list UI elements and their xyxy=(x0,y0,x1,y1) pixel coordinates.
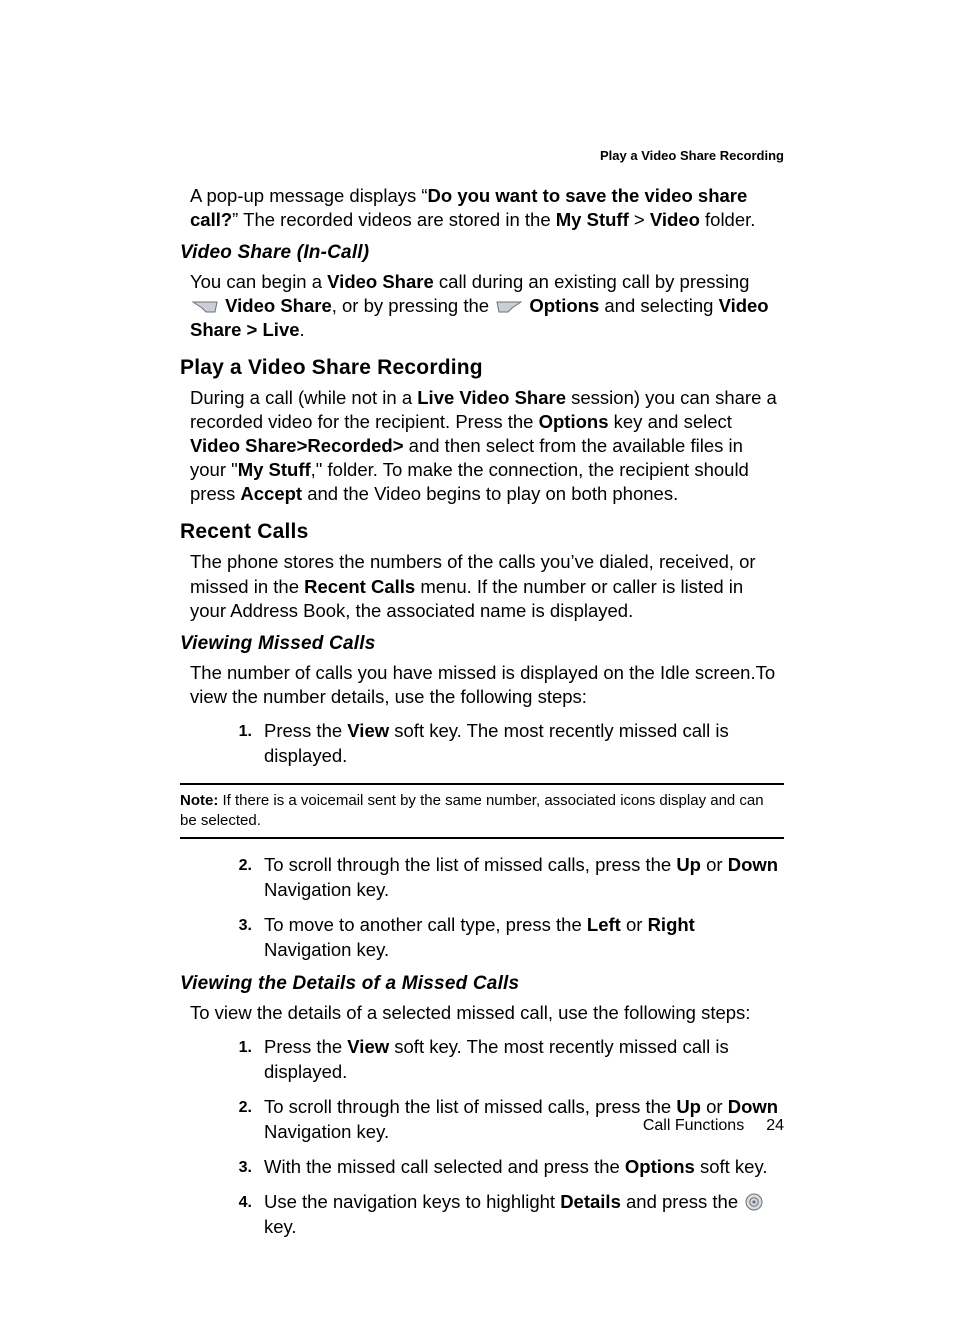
heading-recent-calls: Recent Calls xyxy=(180,520,784,544)
text: Press the xyxy=(264,720,347,741)
footer-section: Call Functions xyxy=(643,1117,744,1134)
vdmc-steps: 1. Press the View soft key. The most rec… xyxy=(180,1035,784,1240)
note: Note: If there is a voicemail sent by th… xyxy=(180,791,784,832)
text-bold: Recent Calls xyxy=(304,576,415,597)
text: and selecting xyxy=(599,295,718,316)
text: With the missed call selected and press … xyxy=(264,1156,625,1177)
step-number: 1. xyxy=(222,721,252,743)
text-bold: Details xyxy=(560,1191,621,1212)
text: . xyxy=(300,319,305,340)
step-number: 1. xyxy=(222,1037,252,1059)
ok-key-icon xyxy=(745,1193,763,1211)
text: Navigation key. xyxy=(264,1121,389,1142)
text: Navigation key. xyxy=(264,939,389,960)
text: key and select xyxy=(609,411,732,432)
list-item: 3. With the missed call selected and pre… xyxy=(180,1155,784,1180)
heading-viewing-details-missed-calls: Viewing the Details of a Missed Calls xyxy=(180,973,784,995)
list-item: 1. Press the View soft key. The most rec… xyxy=(180,719,784,769)
step-number: 4. xyxy=(222,1192,252,1214)
text: or xyxy=(701,1096,728,1117)
heading-viewing-missed-calls: Viewing Missed Calls xyxy=(180,633,784,655)
text: A pop-up message displays “ xyxy=(190,185,428,206)
text: To move to another call type, press the xyxy=(264,914,587,935)
heading-video-share-incall: Video Share (In-Call) xyxy=(180,242,784,264)
text-bold: My Stuff xyxy=(238,459,311,480)
pvsr-paragraph: During a call (while not in a Live Video… xyxy=(190,386,784,506)
text: or xyxy=(701,854,728,875)
text-bold: View xyxy=(347,720,389,741)
video-share-incall-paragraph: You can begin a Video Share call during … xyxy=(190,270,784,342)
text-bold: Video Share xyxy=(225,295,332,316)
softkey-left-icon xyxy=(192,300,218,315)
text-bold: Options xyxy=(539,411,609,432)
page-footer: Call Functions 24 xyxy=(643,1117,784,1135)
page-header-right: Play a Video Share Recording xyxy=(600,148,784,163)
step-number: 2. xyxy=(222,855,252,877)
text: folder. xyxy=(700,209,756,230)
step-number: 3. xyxy=(222,1157,252,1179)
page-content: A pop-up message displays “Do you want t… xyxy=(180,148,784,1240)
vdmc-intro: To view the details of a selected missed… xyxy=(190,1001,784,1025)
text-bold: View xyxy=(347,1036,389,1057)
vmc-steps-cont: 2. To scroll through the list of missed … xyxy=(180,853,784,963)
text: ” The recorded videos are stored in the xyxy=(232,209,556,230)
note-text: If there is a voicemail sent by the same… xyxy=(180,792,764,829)
note-rule-top xyxy=(180,783,784,785)
text-bold: Left xyxy=(587,914,621,935)
text-bold: Video Share xyxy=(327,271,434,292)
footer-page-number: 24 xyxy=(766,1117,784,1134)
text-bold: Live Video Share xyxy=(417,387,566,408)
text: During a call (while not in a xyxy=(190,387,417,408)
softkey-right-icon xyxy=(496,300,522,315)
text: Use the navigation keys to highlight xyxy=(264,1191,560,1212)
list-item: 2. To scroll through the list of missed … xyxy=(180,853,784,903)
note-rule-bottom xyxy=(180,837,784,839)
text: key. xyxy=(264,1216,297,1237)
text-bold: Right xyxy=(648,914,695,935)
text: , or by pressing the xyxy=(332,295,494,316)
list-item: 4. Use the navigation keys to highlight … xyxy=(180,1190,784,1240)
text-bold: Down xyxy=(728,854,778,875)
vmc-steps: 1. Press the View soft key. The most rec… xyxy=(180,719,784,769)
intro-paragraph: A pop-up message displays “Do you want t… xyxy=(190,184,784,232)
text: and the Video begins to play on both pho… xyxy=(302,483,678,504)
text: or xyxy=(621,914,648,935)
step-number: 2. xyxy=(222,1097,252,1119)
text: call during an existing call by pressing xyxy=(434,271,750,292)
list-item: 1. Press the View soft key. The most rec… xyxy=(180,1035,784,1085)
vmc-intro: The number of calls you have missed is d… xyxy=(190,661,784,709)
heading-play-video-share-recording: Play a Video Share Recording xyxy=(180,356,784,380)
page: Play a Video Share Recording A pop-up me… xyxy=(0,0,954,1319)
text-bold: Video Share>Recorded> xyxy=(190,435,404,456)
step-number: 3. xyxy=(222,915,252,937)
text-bold: Video xyxy=(650,209,700,230)
text: soft key. xyxy=(695,1156,768,1177)
text: > xyxy=(629,209,650,230)
text: Press the xyxy=(264,1036,347,1057)
text: and press the xyxy=(621,1191,743,1212)
text: Navigation key. xyxy=(264,879,389,900)
text-bold: Options xyxy=(625,1156,695,1177)
note-label: Note: xyxy=(180,792,218,809)
recent-calls-paragraph: The phone stores the numbers of the call… xyxy=(190,550,784,622)
list-item: 3. To move to another call type, press t… xyxy=(180,913,784,963)
text-bold: Accept xyxy=(240,483,302,504)
text-bold: Up xyxy=(676,854,701,875)
text: You can begin a xyxy=(190,271,327,292)
text-bold: Down xyxy=(728,1096,778,1117)
text: To scroll through the list of missed cal… xyxy=(264,854,676,875)
text: To scroll through the list of missed cal… xyxy=(264,1096,676,1117)
text-bold: My Stuff xyxy=(556,209,629,230)
text-bold: Options xyxy=(529,295,599,316)
text-bold: Up xyxy=(676,1096,701,1117)
